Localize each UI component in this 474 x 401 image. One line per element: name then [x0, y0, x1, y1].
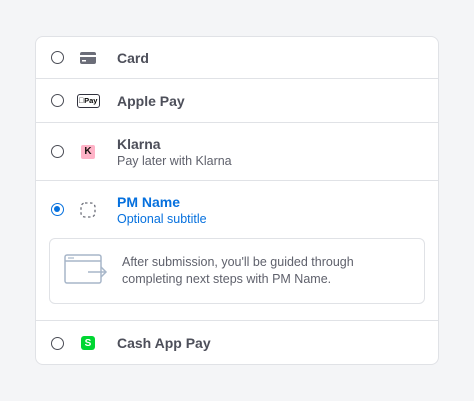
payment-option-klarna[interactable]: K Klarna Pay later with Klarna	[36, 123, 438, 181]
radio-pm-name[interactable]	[51, 203, 64, 216]
payment-option-pm-name[interactable]: PM Name Optional subtitle After submissi…	[36, 181, 438, 321]
radio-klarna[interactable]	[51, 145, 64, 158]
payment-option-subtitle: Optional subtitle	[117, 211, 207, 226]
apple-pay-badge: Pay	[76, 93, 100, 108]
payment-option-label: Apple Pay	[117, 92, 185, 109]
radio-card[interactable]	[51, 51, 64, 64]
redirect-notice: After submission, you'll be guided throu…	[49, 238, 425, 304]
payment-option-label: PM Name	[117, 193, 181, 210]
klarna-badge: K	[81, 144, 95, 159]
cash-app-icon: S	[76, 335, 100, 351]
payment-method-list: Card Pay Apple Pay K Klarna Pay later w…	[35, 36, 439, 365]
payment-option-cash-app-pay[interactable]: S Cash App Pay	[36, 321, 438, 364]
cash-app-badge: S	[81, 336, 95, 350]
radio-apple-pay[interactable]	[51, 94, 64, 107]
payment-option-subtitle: Pay later with Klarna	[117, 153, 232, 168]
payment-option-label: Cash App Pay	[117, 335, 211, 351]
klarna-icon: K	[76, 144, 100, 160]
redirect-icon	[64, 253, 108, 289]
radio-cash-app-pay[interactable]	[51, 336, 64, 350]
payment-option-label: Card	[117, 49, 149, 66]
redirect-notice-text: After submission, you'll be guided throu…	[122, 255, 354, 286]
placeholder-icon	[76, 201, 100, 218]
apple-pay-icon: Pay	[76, 93, 100, 109]
payment-option-apple-pay[interactable]: Pay Apple Pay	[36, 79, 438, 123]
payment-option-card[interactable]: Card	[36, 37, 438, 79]
payment-option-label: Klarna	[117, 135, 161, 152]
credit-card-icon	[76, 50, 100, 66]
